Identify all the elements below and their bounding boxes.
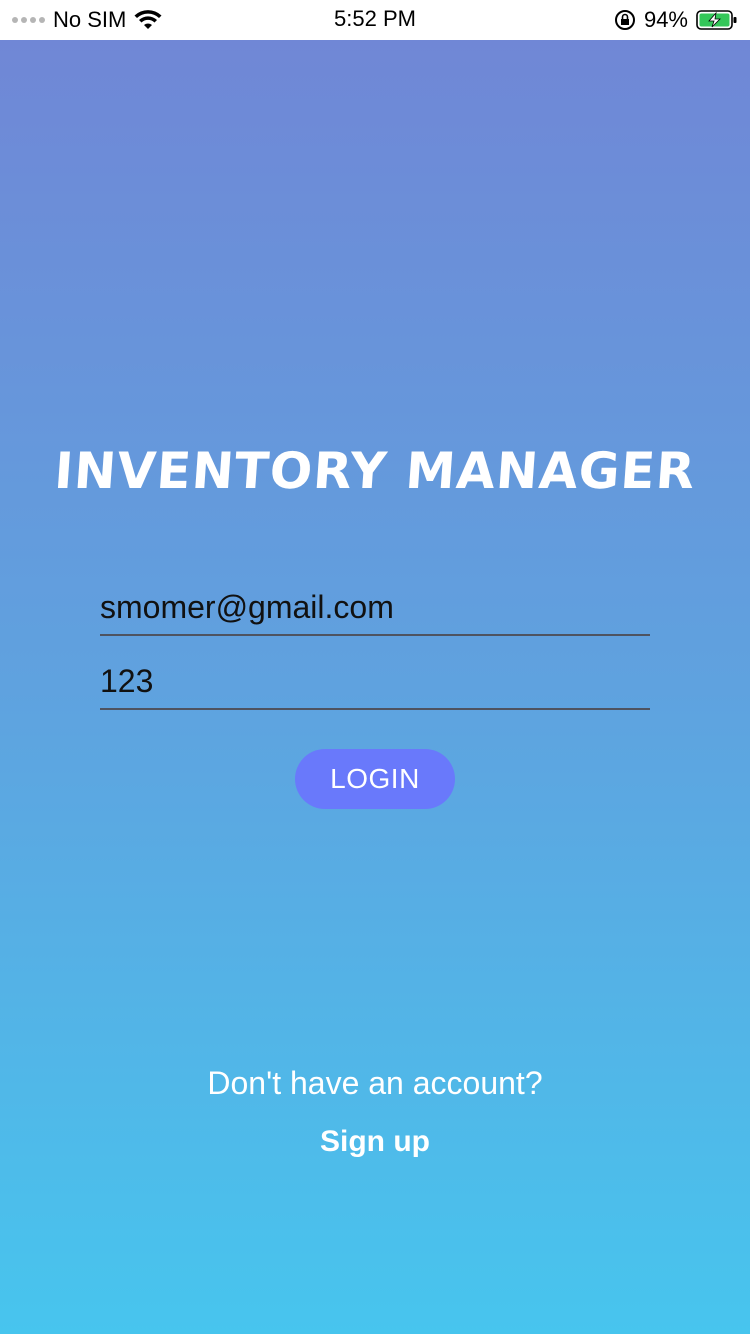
battery-percent: 94% bbox=[643, 7, 688, 32]
app-title: INVENTORY MANAGER bbox=[52, 442, 698, 500]
signup-link[interactable]: Sign up bbox=[0, 1125, 750, 1159]
password-field-container bbox=[100, 654, 650, 710]
battery-charging-icon bbox=[696, 10, 737, 30]
login-screen: INVENTORY MANAGER LOGIN Don't have an ac… bbox=[0, 40, 750, 1334]
password-field[interactable] bbox=[100, 654, 650, 708]
email-field[interactable] bbox=[100, 580, 650, 634]
no-account-text: Don't have an account? bbox=[207, 1065, 543, 1101]
rotation-lock-icon bbox=[614, 10, 635, 30]
email-field-container bbox=[100, 580, 650, 636]
status-right: 94% bbox=[614, 6, 738, 34]
status-bar: No SIM 5:52 PM 94% bbox=[0, 0, 750, 40]
login-button[interactable]: LOGIN bbox=[295, 749, 455, 809]
